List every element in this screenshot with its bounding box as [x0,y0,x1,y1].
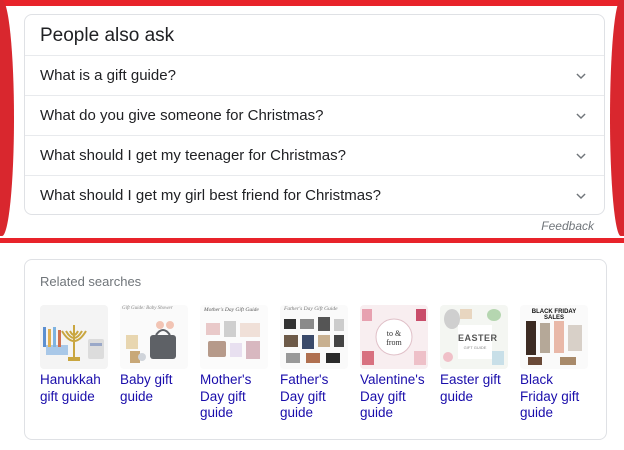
people-also-ask-panel: People also ask What is a gift guide? Wh… [24,14,605,215]
highlight-frame-left [0,0,14,236]
people-also-ask-title: People also ask [40,25,175,46]
related-searches-panel: Related searches Hanukkah gift guide Gif… [24,259,607,440]
question-row[interactable]: What should I get my teenager for Christ… [25,135,604,176]
question-row[interactable]: What is a gift guide? [25,55,604,96]
related-search-label: Black Friday gift guide [520,372,580,420]
baby-gifts-thumbnail: Gift Guide: Baby Shower [120,305,188,369]
highlight-frame-right [610,0,624,236]
thumbnail-caption: to & from [386,329,402,347]
thumbnail-caption: Mother's Day Gift Guide [204,307,259,313]
related-search-item[interactable]: to & from Valentine's Day gift guide [360,305,434,422]
question-row[interactable]: What do you give someone for Christmas? [25,95,604,136]
easter-thumbnail: EASTER GIFT GUIDE [440,305,508,369]
related-search-item[interactable]: Hanukkah gift guide [40,305,114,405]
feedback-link[interactable]: Feedback [541,219,594,233]
highlight-frame-top [0,0,624,6]
related-search-item[interactable]: Mother's Day Gift Guide Mother's Day gif… [200,305,274,422]
related-search-label: Easter gift guide [440,372,501,404]
fathers-day-thumbnail: Father's Day Gift Guide [280,305,348,369]
thumbnail-caption: Father's Day Gift Guide [284,306,338,312]
related-search-label: Hanukkah gift guide [40,372,101,404]
thumbnail-caption: EASTER [458,333,498,343]
valentines-day-thumbnail: to & from [360,305,428,369]
chevron-down-icon [576,113,586,120]
question-text: What should I get my girl best friend fo… [40,187,381,204]
question-text: What do you give someone for Christmas? [40,107,324,124]
question-text: What should I get my teenager for Christ… [40,147,346,164]
question-row[interactable]: What should I get my girl best friend fo… [25,175,604,216]
related-searches-title: Related searches [40,274,142,289]
black-friday-thumbnail: BLACK FRIDAY SALES [520,305,588,369]
related-search-label: Valentine's Day gift guide [360,372,425,420]
question-text: What is a gift guide? [40,67,176,84]
related-search-label: Baby gift guide [120,372,173,404]
chevron-down-icon [576,153,586,160]
menorah-thumbnail [40,305,108,369]
related-search-item[interactable]: Gift Guide: Baby Shower Baby gift guide [120,305,194,405]
related-search-item[interactable]: EASTER GIFT GUIDE Easter gift guide [440,305,514,405]
related-search-label: Mother's Day gift guide [200,372,252,420]
related-search-label: Father's Day gift guide [280,372,329,420]
highlight-frame-bottom [0,238,624,243]
thumbnail-subcaption: GIFT GUIDE [463,345,487,350]
chevron-down-icon [576,73,586,80]
mothers-day-thumbnail: Mother's Day Gift Guide [200,305,268,369]
related-search-item[interactable]: Father's Day Gift Guide Father's Day gif… [280,305,354,422]
chevron-down-icon [576,193,586,200]
related-search-item[interactable]: BLACK FRIDAY SALES Black Friday gift gui… [520,305,594,422]
thumbnail-caption: Gift Guide: Baby Shower [122,306,173,311]
